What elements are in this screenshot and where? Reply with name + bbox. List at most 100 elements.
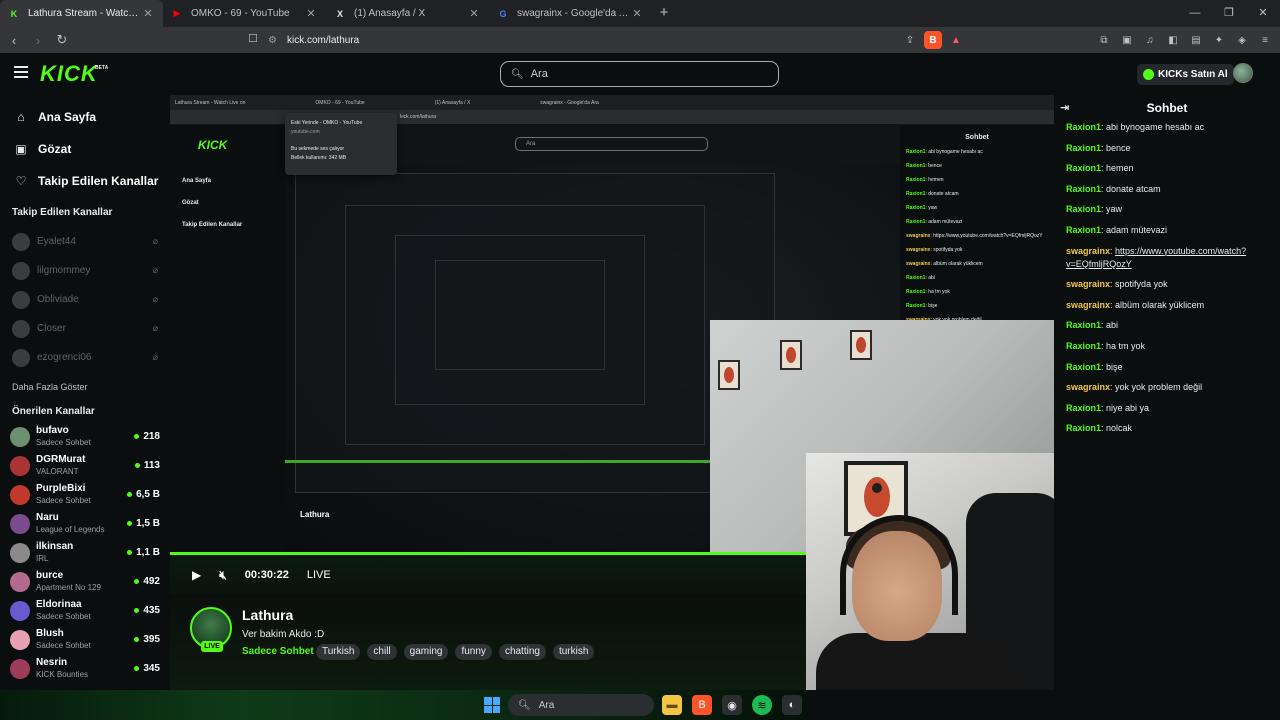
live-dot-icon [134, 434, 140, 439]
show-more-link[interactable]: Daha Fazla Göster [0, 376, 170, 398]
brave-rewards-icon[interactable]: ▲ [947, 31, 965, 49]
recommended-channel[interactable]: bufavo Sadece Sohbet 218 [0, 422, 170, 451]
recommended-channel[interactable]: Eldorinaa Sadece Sohbet 435 [0, 596, 170, 625]
stream-tag[interactable]: turkish [552, 644, 595, 660]
stream-tag[interactable]: funny [455, 644, 492, 660]
app-icon[interactable]: ◐ [782, 695, 802, 715]
browser-tab[interactable]: K Lathura Stream - Watch Live on✕ [0, 0, 163, 27]
stream-tag[interactable]: Turkish [316, 644, 361, 660]
live-dot-icon [127, 550, 133, 555]
restore-icon[interactable]: ❐ [1212, 0, 1246, 27]
chat-username[interactable]: Raxion1 [1066, 122, 1101, 132]
stream-tag[interactable]: gaming [403, 644, 449, 660]
sidebar-icon[interactable]: ◧ [1164, 31, 1182, 49]
channel-name: Eyalet44 [37, 236, 76, 247]
channel-text: Blush Sadece Sohbet [36, 628, 134, 652]
close-window-icon[interactable]: ✕ [1246, 0, 1280, 27]
nested-chat-message: swagrainx: albüm olarak yüklicem [906, 261, 983, 267]
brave-browser-icon[interactable]: B [692, 695, 712, 715]
chat-username[interactable]: Raxion1 [1066, 163, 1101, 173]
recommended-channel[interactable]: DGRMurat VALORANT 113 [0, 451, 170, 480]
chat-username[interactable]: swagrainx [1066, 246, 1110, 256]
chat-username[interactable]: Raxion1 [1066, 143, 1101, 153]
followed-channel[interactable]: lilgmommey ⌀ [0, 256, 170, 285]
tab-close-icon[interactable]: ✕ [304, 7, 318, 20]
extensions-icon[interactable]: ⧉ [1095, 31, 1113, 49]
sidebar-nav-item[interactable]: ▣ Gözat [0, 133, 170, 165]
leo-ai-icon[interactable]: ✦ [1210, 31, 1228, 49]
tab-favicon-icon: K [10, 8, 18, 19]
chat-username[interactable]: swagrainx [1066, 279, 1110, 289]
stream-category[interactable]: Sadece Sohbet [242, 646, 314, 657]
nested-streamer: Lathura [300, 510, 330, 519]
recommended-channel[interactable]: Nesrin KICK Bounties 345 [0, 654, 170, 683]
followed-channel[interactable]: Obliviade ⌀ [0, 285, 170, 314]
chat-username[interactable]: Raxion1 [1066, 341, 1101, 351]
chat-messages: Raxion1: abi bynogame hesabı ac Raxion1: … [1054, 121, 1280, 453]
followed-channel[interactable]: Closer ⌀ [0, 314, 170, 343]
spotify-icon[interactable]: ≋ [752, 695, 772, 715]
recommended-channel[interactable]: Naru League of Legends 1,5 B [0, 509, 170, 538]
followed-channel[interactable]: ezogrenci06 ⌀ [0, 343, 170, 372]
viewer-number: 345 [143, 663, 160, 674]
chat-text: yok yok problem değil [1115, 382, 1203, 393]
chat-username[interactable]: swagrainx [1066, 382, 1110, 392]
recommended-channel[interactable]: burce Apartment No 129 492 [0, 567, 170, 596]
buy-kicks-button[interactable]: KICKs Satın Al [1137, 64, 1234, 85]
forward-icon[interactable]: › [28, 33, 48, 48]
search-input[interactable]: 🔍︎ Ara [500, 61, 779, 87]
wall-poster [780, 340, 802, 370]
file-explorer-icon[interactable]: ▬ [662, 695, 682, 715]
recommended-channel[interactable]: Blush Sadece Sohbet 395 [0, 625, 170, 654]
tab-close-icon[interactable]: ✕ [630, 7, 644, 20]
stream-tag[interactable]: chatting [498, 644, 546, 660]
back-icon[interactable]: ‹ [4, 33, 24, 48]
windows-start-icon[interactable] [484, 697, 500, 713]
tab-close-icon[interactable]: ✕ [141, 7, 155, 20]
screenshot-icon[interactable]: ▣ [1118, 31, 1136, 49]
followed-channel[interactable]: Eyalet44 ⌀ [0, 227, 170, 256]
chat-username[interactable]: Raxion1 [1066, 204, 1101, 214]
sidebar-nav-item[interactable]: ♡ Takip Edilen Kanallar [0, 165, 170, 197]
new-tab-icon[interactable]: + [652, 0, 676, 27]
video-player[interactable]: Lathura Stream - Watch Live on OMKO - 69… [170, 95, 1054, 690]
chat-username[interactable]: Raxion1 [1066, 403, 1101, 413]
recommended-channel[interactable]: ilkinsan IRL 1,1 B [0, 538, 170, 567]
brave-shield-icon[interactable]: B [924, 31, 942, 49]
nested-chat-message: Raxion1: abi bynogame hesabı ac [906, 149, 983, 155]
stream-tag[interactable]: chill [367, 644, 397, 660]
taskbar-search[interactable]: 🔍︎ Ara [508, 694, 654, 716]
browse-icon: ▣ [15, 142, 27, 156]
sidebar-nav-item[interactable]: ⌂ Ana Sayfa [0, 101, 170, 133]
bookmark-icon[interactable]: ☐ [248, 32, 258, 45]
browser-tab[interactable]: ▶ OMKO - 69 - YouTube ✕ [163, 0, 326, 27]
chat-username[interactable]: Raxion1 [1066, 320, 1101, 330]
recommended-channel[interactable]: PurpleBixi Sadece Sohbet 6,5 B [0, 480, 170, 509]
minimize-icon[interactable]: — [1178, 0, 1212, 27]
kick-logo[interactable]: KICK [40, 61, 98, 87]
followed-heading: Takip Edilen Kanallar [12, 207, 113, 218]
menu-icon[interactable]: ≡ [1256, 31, 1274, 49]
media-icon[interactable]: ♫ [1141, 31, 1159, 49]
chat-username[interactable]: Raxion1 [1066, 423, 1101, 433]
chat-username[interactable]: Raxion1 [1066, 362, 1101, 372]
chat-username[interactable]: Raxion1 [1066, 184, 1101, 194]
chat-username[interactable]: Raxion1 [1066, 225, 1101, 235]
site-info-icon[interactable]: ⚙ [268, 35, 277, 46]
play-icon[interactable]: ▶ [192, 568, 201, 582]
chat-username[interactable]: swagrainx [1066, 300, 1110, 310]
browser-tab[interactable]: Gswagrainx - Google'da Ara ✕ [489, 0, 652, 27]
reload-icon[interactable]: ↻ [52, 32, 72, 48]
wallet-icon[interactable]: ▤ [1187, 31, 1205, 49]
hamburger-menu-icon[interactable] [14, 66, 28, 81]
obs-icon[interactable]: ◉ [722, 695, 742, 715]
collapse-chat-icon[interactable]: ⇥ [1060, 101, 1069, 114]
mute-icon[interactable]: 🔇︎ [219, 568, 227, 583]
address-bar[interactable]: ⚙ kick.com/lathura [268, 30, 988, 50]
share-icon[interactable]: ⇪ [901, 31, 919, 49]
tab-close-icon[interactable]: ✕ [467, 7, 481, 20]
streamer-name[interactable]: Lathura [242, 607, 293, 623]
browser-tab[interactable]: X (1) Anasayfa / X ✕ [326, 0, 489, 27]
vpn-icon[interactable]: ◈ [1233, 31, 1251, 49]
user-avatar[interactable] [1233, 63, 1253, 83]
